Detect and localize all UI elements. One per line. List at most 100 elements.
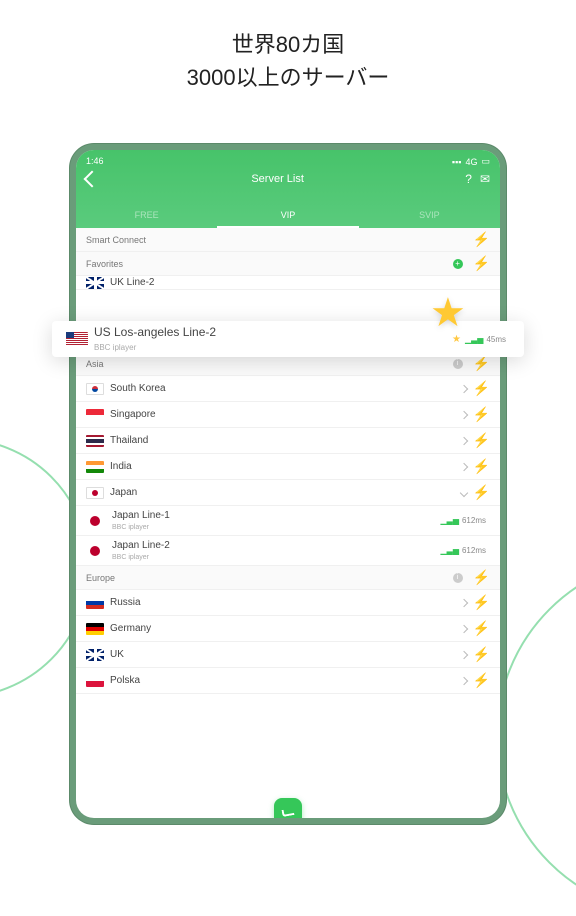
flag-icon	[86, 623, 104, 635]
signal-icon: ▁▃▅	[465, 335, 483, 344]
ping-value: 612ms	[462, 546, 486, 555]
flag-icon	[86, 649, 104, 661]
app-header: 1:46 ▪▪▪ 4G ▭ Server List ? ✉ FREE VIP S…	[76, 150, 500, 228]
list-item[interactable]: India ⚡	[76, 454, 500, 480]
ping-value: 45ms	[486, 335, 506, 344]
server-sub: BBC iplayer	[112, 554, 149, 561]
star-icon: ★	[452, 334, 461, 345]
bolt-icon: ⚡	[473, 380, 490, 397]
signal-icon: ▁▃▅	[441, 546, 459, 555]
list-item[interactable]: Polska ⚡	[76, 668, 500, 694]
list-item[interactable]: South Korea ⚡	[76, 376, 500, 402]
flag-icon	[90, 516, 100, 526]
ping-value: 612ms	[462, 516, 486, 525]
heading-line1: 世界80カ国	[0, 28, 576, 61]
bolt-icon: ⚡	[473, 255, 490, 272]
flag-icon	[86, 435, 104, 447]
list-item[interactable]: Russia ⚡	[76, 590, 500, 616]
screen: 1:46 ▪▪▪ 4G ▭ Server List ? ✉ FREE VIP S…	[76, 150, 500, 818]
flag-icon	[86, 597, 104, 609]
chevron-icon	[459, 488, 467, 496]
server-name: South Korea	[110, 383, 461, 394]
chevron-icon	[459, 676, 467, 684]
server-name: Japan Line-2BBC iplayer	[112, 540, 441, 562]
bg-decoration	[496, 556, 576, 916]
server-name: Singapore	[110, 409, 461, 420]
section-smart-connect[interactable]: Smart Connect ⚡	[76, 228, 500, 252]
bolt-icon: ⚡	[473, 594, 490, 611]
tab-svip[interactable]: SVIP	[359, 204, 500, 228]
flag-icon	[86, 461, 104, 473]
bolt-icon: ⚡	[473, 231, 490, 248]
scroll-top-button[interactable]	[274, 798, 302, 818]
add-icon[interactable]: +	[453, 259, 463, 269]
section-label: Europe	[86, 573, 453, 583]
server-sub: BBC iplayer	[94, 343, 136, 352]
bolt-icon: ⚡	[473, 355, 490, 372]
flag-icon	[90, 546, 100, 556]
chevron-icon	[459, 598, 467, 606]
server-sub: BBC iplayer	[112, 524, 149, 531]
tab-free[interactable]: FREE	[76, 204, 217, 228]
chevron-icon	[459, 436, 467, 444]
list-item[interactable]: UK ⚡	[76, 642, 500, 668]
server-name: Thailand	[110, 435, 461, 446]
list-item[interactable]: UK Line-2	[76, 276, 500, 290]
section-label: Smart Connect	[86, 235, 467, 245]
server-name: Russia	[110, 597, 461, 608]
list-item[interactable]: Germany ⚡	[76, 616, 500, 642]
server-name: US Los-angeles Line-2 BBC iplayer	[94, 325, 452, 353]
bolt-icon: ⚡	[473, 458, 490, 475]
section-label: Asia	[86, 359, 453, 369]
heading-line2: 3000以上のサーバー	[0, 61, 576, 94]
bolt-icon: ⚡	[473, 432, 490, 449]
list-item[interactable]: Japan⚡	[76, 480, 500, 506]
status-time: 1:46	[86, 156, 104, 167]
tab-vip[interactable]: VIP	[217, 204, 358, 228]
chevron-icon	[459, 462, 467, 470]
nav-bar: Server List ? ✉	[76, 172, 500, 186]
network-label: 4G	[465, 157, 477, 167]
list-item[interactable]: Thailand ⚡	[76, 428, 500, 454]
bolt-icon: ⚡	[473, 406, 490, 423]
bolt-icon: ⚡	[473, 646, 490, 663]
chat-icon[interactable]: ✉	[480, 172, 490, 186]
status-right: ▪▪▪ 4G ▭	[452, 156, 490, 167]
signal-icon: ▪▪▪	[452, 157, 462, 167]
server-name: Germany	[110, 623, 461, 634]
section-label: Favorites	[86, 259, 453, 269]
page-heading: 世界80カ国 3000以上のサーバー	[0, 28, 576, 94]
chevron-icon	[459, 624, 467, 632]
battery-icon: ▭	[481, 156, 490, 167]
server-name: Polska	[110, 675, 461, 686]
list-item[interactable]: Japan Line-2BBC iplayer▁▃▅612ms	[76, 536, 500, 566]
chevron-icon	[459, 650, 467, 658]
section-favorites[interactable]: Favorites + ⚡	[76, 252, 500, 276]
bolt-icon: ⚡	[473, 672, 490, 689]
flag-icon	[86, 409, 104, 421]
chevron-icon	[459, 410, 467, 418]
flag-icon	[86, 675, 104, 687]
server-name: Japan Line-1BBC iplayer	[112, 510, 441, 532]
section-europe[interactable]: Europe i ⚡	[76, 566, 500, 590]
info-icon[interactable]: i	[453, 359, 463, 369]
tier-tabs: FREE VIP SVIP	[76, 204, 500, 228]
bolt-icon: ⚡	[473, 484, 490, 501]
server-name: India	[110, 461, 461, 472]
flag-icon	[86, 487, 104, 499]
page-title: Server List	[98, 173, 457, 185]
chevron-icon	[459, 384, 467, 392]
status-bar: 1:46 ▪▪▪ 4G ▭	[76, 156, 500, 167]
flag-icon	[86, 277, 104, 289]
bolt-icon: ⚡	[473, 569, 490, 586]
flag-icon	[86, 383, 104, 395]
info-icon[interactable]: i	[453, 573, 463, 583]
bolt-icon: ⚡	[473, 620, 490, 637]
flag-icon	[66, 332, 88, 346]
list-item[interactable]: Japan Line-1BBC iplayer▁▃▅612ms	[76, 506, 500, 536]
featured-star-icon: ★	[430, 293, 470, 333]
server-name: UK	[110, 649, 461, 660]
list-item[interactable]: Singapore ⚡	[76, 402, 500, 428]
help-icon[interactable]: ?	[465, 172, 472, 186]
tablet-frame: 1:46 ▪▪▪ 4G ▭ Server List ? ✉ FREE VIP S…	[70, 144, 506, 824]
